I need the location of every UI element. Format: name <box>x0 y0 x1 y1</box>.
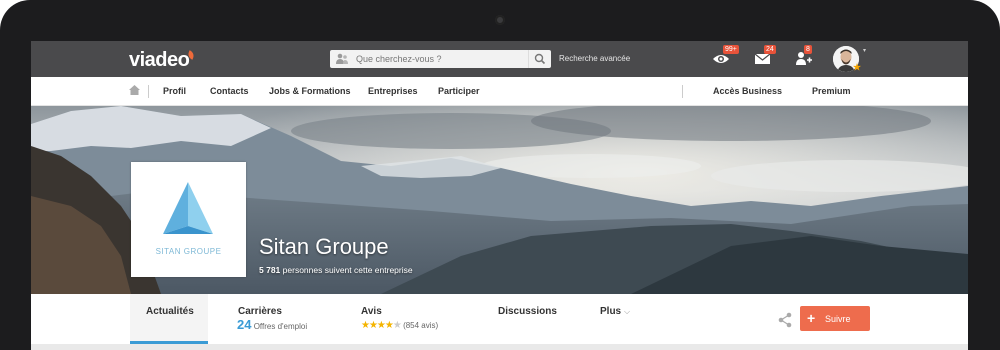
careers-offers: 24 Offres d'emploi <box>237 317 307 332</box>
nav-divider <box>148 85 149 98</box>
followers-number: 5 781 <box>259 265 281 275</box>
share-icon[interactable] <box>777 312 793 328</box>
tab-avis[interactable]: Avis ★★★★★ (854 avis) <box>353 294 473 344</box>
views-badge: 99+ <box>723 45 739 54</box>
tab-discussions-label: Discussions <box>498 306 557 317</box>
nav-item-participer[interactable]: Participer <box>438 86 480 96</box>
tab-avis-label: Avis <box>361 306 382 317</box>
cover-image: SITAN GROUPE Sitan Groupe 5 781 personne… <box>31 106 968 294</box>
plus-icon: + <box>807 310 816 326</box>
follow-label: Suivre <box>825 314 851 324</box>
premium-star-icon <box>853 63 861 71</box>
content-area-top <box>31 344 968 350</box>
tab-carrieres-label: Carrières <box>238 306 282 317</box>
tab-plus-label: Plus <box>600 306 622 317</box>
nav-item-contacts[interactable]: Contacts <box>210 86 249 96</box>
tab-actualites-label: Actualités <box>146 306 194 317</box>
careers-count: 24 <box>237 317 252 332</box>
tab-discussions[interactable]: Discussions <box>488 294 578 344</box>
nav-item-business[interactable]: Accès Business <box>713 86 782 96</box>
viadeo-logo[interactable]: viadeo <box>129 49 190 72</box>
chevron-down-icon: ⌵ <box>624 307 631 316</box>
tab-actualites[interactable]: Actualités <box>130 294 208 344</box>
profile-views-button[interactable]: 99+ <box>712 45 739 67</box>
people-icon <box>336 53 348 64</box>
account-dropdown-icon[interactable]: ▾ <box>863 47 866 54</box>
home-icon[interactable] <box>129 85 140 95</box>
messages-button[interactable]: 24 <box>754 45 776 67</box>
follow-button[interactable]: + Suivre <box>800 306 870 331</box>
nav-item-entreprises[interactable]: Entreprises <box>368 86 418 96</box>
nav-item-profil[interactable]: Profil <box>163 86 186 96</box>
messages-badge: 24 <box>764 45 776 54</box>
search-box <box>330 50 551 68</box>
company-logo[interactable]: SITAN GROUPE <box>131 162 246 277</box>
nav-item-premium[interactable]: Premium <box>812 86 851 96</box>
followers-count: 5 781 personnes suivent cette entreprise <box>259 265 413 275</box>
invitations-button[interactable]: 8 <box>794 45 814 67</box>
top-bar: viadeo Recherche avancée <box>31 41 968 77</box>
nav-divider <box>682 85 683 98</box>
reviews-count: (854 avis) <box>403 321 439 330</box>
main-nav: Profil Contacts Jobs & Formations Entrep… <box>31 77 968 106</box>
search-icon <box>534 53 546 65</box>
followers-text: personnes suivent cette entreprise <box>282 265 413 275</box>
nav-item-jobs[interactable]: Jobs & Formations <box>269 86 351 96</box>
tab-carrieres[interactable]: Carrières 24 Offres d'emploi <box>226 294 336 344</box>
invitations-badge: 8 <box>804 45 812 54</box>
tab-plus[interactable]: Plus ⌵ <box>591 294 651 344</box>
reviews-summary: ★★★★★ (854 avis) <box>361 320 438 331</box>
camera <box>495 15 505 25</box>
triangle-logo-icon <box>163 182 213 234</box>
advanced-search-link[interactable]: Recherche avancée <box>559 54 630 63</box>
browser-screen: viadeo Recherche avancée <box>31 41 968 350</box>
search-button[interactable] <box>528 50 551 68</box>
careers-sub: Offres d'emploi <box>253 322 308 331</box>
company-logo-text: SITAN GROUPE <box>155 247 222 256</box>
search-input[interactable] <box>356 50 521 68</box>
star-rating: ★★★★★ <box>361 320 402 331</box>
company-name: Sitan Groupe <box>259 234 389 259</box>
